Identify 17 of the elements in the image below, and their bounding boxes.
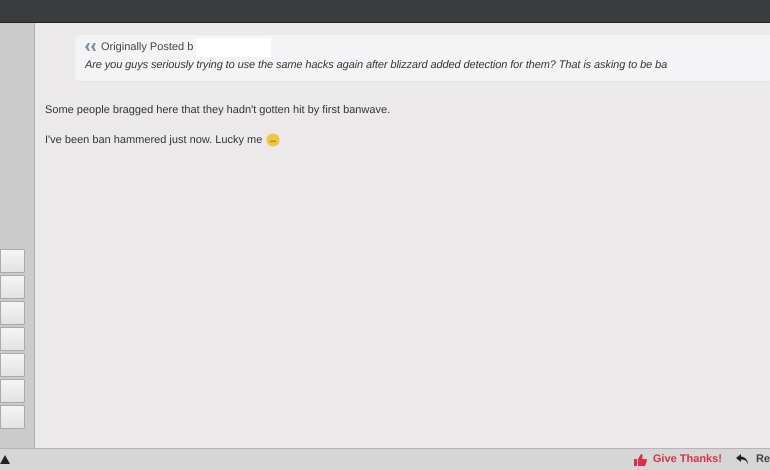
sidebar-button[interactable]	[0, 275, 25, 299]
sidebar-button[interactable]	[0, 249, 25, 273]
thumbs-up-icon	[632, 453, 647, 466]
quote-text: Are you guys seriously trying to use the same hacks again after blizzard added detection for them? That is asking to be ba	[85, 58, 668, 73]
sidebar-button[interactable]	[0, 353, 25, 377]
reply-arrow-icon	[736, 454, 750, 466]
post-text: I've been ban hammered just now. Lucky me	[45, 133, 262, 148]
sidebar-button[interactable]	[0, 379, 25, 403]
quote-attribution: Originally Posted b	[101, 40, 194, 55]
sidebar-button[interactable]	[0, 301, 25, 325]
sidebar-button[interactable]	[0, 405, 25, 429]
warning-icon	[0, 455, 10, 464]
reply-button[interactable]: Re	[736, 451, 770, 468]
post-text: Some people bragged here that they hadn't gotten hit by first banwave.	[45, 102, 390, 118]
sidebar-button[interactable]	[0, 327, 25, 351]
smiley-icon	[266, 133, 280, 148]
quote-icon	[85, 42, 98, 52]
